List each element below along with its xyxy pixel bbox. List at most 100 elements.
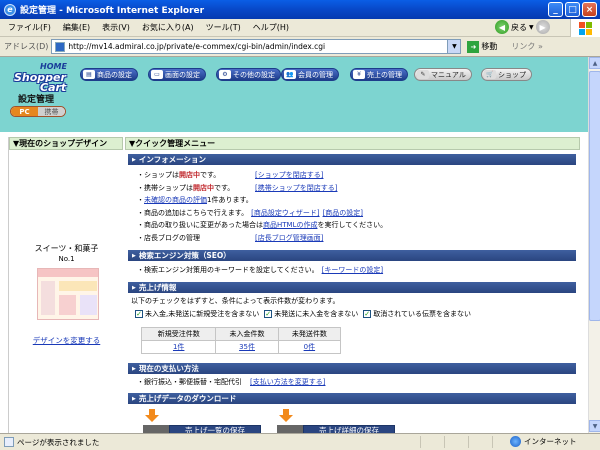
header-new-orders: 新規受注件数 [140,327,217,341]
text: ・店長ブログの管理 [137,234,200,242]
logo-home-text: HOME [40,62,67,71]
address-input[interactable]: http://mv14.admiral.co.jp/private/e-comm… [51,39,462,54]
section-download: 売上げデータのダウンロード [128,393,576,404]
text: 1件あります。 [207,196,253,204]
back-label: 戻る [511,22,527,32]
maximize-button[interactable]: □ [565,2,580,17]
status-bar: ページが表示されました インターネット [0,433,600,450]
unshipped-count-link[interactable]: 0件 [277,340,342,354]
quick-menu-title: クイック管理メニュー [135,139,216,148]
table-header-row: 新規受注件数 未入金件数 未発送件数 [140,327,342,341]
go-label: 移動 [481,42,498,51]
links-label: リンク [511,42,536,51]
back-button[interactable]: ◀ 戻る ▼ ▶ [495,20,550,34]
vertical-scrollbar[interactable]: ▲ ▼ [588,57,600,433]
download-arrow-icon [279,409,293,422]
checkbox-label: 未発送に未入金を含まない [274,310,359,318]
menu-file[interactable]: ファイル(F) [8,22,51,33]
create-product-html-link[interactable]: 商品HTMLの作成 [263,220,317,230]
forward-arrow-icon[interactable]: ▶ [535,20,550,34]
nav-product-settings[interactable]: ▤ 商品の設定 [80,68,138,81]
text: ・商品の追加はこちらで行えます。 [137,209,249,217]
text: ・ショップは [137,171,179,179]
new-orders-count-link[interactable]: 1件 [140,340,217,354]
section-seo: 検索エンジン対策（SEO） [128,250,576,261]
nav-member-management[interactable]: 👥 会員の管理 [281,68,339,81]
header-unpaid: 未入金件数 [215,327,279,341]
save-sales-list-button[interactable]: 売上げ一覧の保存 [169,425,261,433]
quick-menu-header: ▼ クイック管理メニュー [125,137,580,150]
change-payment-link[interactable]: [支払い方法を変更する] [250,377,325,387]
nav-other-settings[interactable]: ⚙ その他の設定 [216,68,281,81]
keyword-settings-link[interactable]: [キーワードの設定] [322,265,383,275]
close-button[interactable]: × [582,2,597,17]
current-design-title: 現在のショップデザイン [19,139,108,148]
mobile-status-value: 開店中 [193,184,214,192]
logo-subtitle: 設定管理 [18,95,55,105]
internet-globe-icon [510,436,521,447]
nav-screen-settings[interactable]: ▭ 画面の設定 [148,68,206,81]
window-title: 設定管理 - Microsoft Internet Explorer [20,6,205,16]
back-arrow-icon: ◀ [495,20,509,34]
nav-manual[interactable]: ✎ マニュアル [414,68,472,81]
back-dropdown-icon[interactable]: ▼ [529,24,534,31]
checkmark-icon: ✓ [135,310,143,318]
mode-mobile-tab[interactable]: 携帯 [38,107,65,116]
section-seo-title: 検索エンジン対策（SEO） [138,251,231,260]
current-design-panel: ▼ 現在のショップデザイン スイーツ・和菓子 No.1 デザインを変更する [8,137,123,433]
address-bar: アドレス(D) http://mv14.admiral.co.jp/privat… [0,37,600,57]
blog-line: ・店長ブログの管理 [店長ブログ管理画面] [137,233,323,243]
menu-favorites[interactable]: お気に入り(A) [142,22,194,33]
product-html-line: ・商品の取り扱いに変更があった場合は 商品HTMLの作成 を実行してください。 [137,220,387,230]
mode-pc-tab[interactable]: PC [11,107,38,116]
download-button-shadow [277,425,303,433]
windows-logo-icon [570,19,600,37]
design-thumbnail[interactable] [37,268,99,320]
scroll-down-icon[interactable]: ▼ [589,420,600,432]
product-wizard-link[interactable]: [商品設定ウィザード] [251,208,319,218]
change-design-link[interactable]: デザインを変更する [9,335,124,346]
scroll-up-icon[interactable]: ▲ [589,57,600,69]
menu-tools[interactable]: ツール(T) [206,22,241,33]
blog-admin-link[interactable]: [店長ブログ管理画面] [255,233,323,243]
scroll-thumb[interactable] [589,71,600,321]
exclude-cancelled-checkbox[interactable]: ✓ 取消されている伝票を含まない [363,309,471,319]
zone-label: インターネット [524,437,577,446]
status-divider [444,436,445,448]
unreviewed-ratings-link[interactable]: 未確認の商品の評価 [144,195,207,205]
shop-status-line: ・ショップは 開店中 です。 [ショップを閉店する] [137,170,323,180]
menu-help[interactable]: ヘルプ(H) [253,22,289,33]
address-dropdown-icon[interactable]: ▼ [447,40,461,53]
close-shop-link[interactable]: [ショップを閉店する] [255,170,323,180]
save-sales-details-button[interactable]: 売上げ詳細の保存 [303,425,395,433]
members-icon: 👥 [284,70,296,79]
page-done-icon [4,437,14,447]
menu-edit[interactable]: 編集(E) [63,22,90,33]
minimize-button[interactable]: _ [548,2,563,17]
close-mobile-shop-link[interactable]: [携帯ショップを閉店する] [255,183,337,193]
section-payment-title: 現在の支払い方法 [138,364,199,373]
nav-sales-management[interactable]: ¥ 売上の管理 [350,68,408,81]
checkmark-icon: ✓ [264,310,273,318]
product-settings-link[interactable]: [商品の設定] [323,208,363,218]
address-label: アドレス(D) [4,42,49,51]
security-zone: インターネット [510,436,577,447]
screen-icon: ▭ [151,70,163,79]
status-text: ページが表示されました [17,437,100,447]
review-line: ・未確認の商品の評価 1件あります。 [137,195,253,205]
nav-label: 画面の設定 [165,70,200,79]
sales-filter-description: 以下のチェックをはずすと、条件によって表示件数が変わります。 [131,297,340,305]
checkmark-icon: ✓ [363,310,372,318]
nav-shop[interactable]: 🛒 ショップ [481,68,532,81]
window-titlebar[interactable]: e 設定管理 - Microsoft Internet Explorer _ □… [0,0,600,19]
download-button-shadow [143,425,169,433]
unpaid-count-link[interactable]: 35件 [215,340,279,354]
menu-view[interactable]: 表示(V) [102,22,130,33]
exclude-new-orders-checkbox[interactable]: ✓ 未入金,未発送に新規受注を含まない [135,309,259,319]
section-sales-title: 売上げ情報 [138,283,177,292]
links-button[interactable]: リンク » [511,41,542,52]
section-payment: 現在の支払い方法 [128,363,576,374]
exclude-unpaid-checkbox[interactable]: ✓ 未発送に未入金を含まない [264,309,358,319]
text: ・商品の取り扱いに変更があった場合は [137,221,263,229]
go-button[interactable]: ➜ 移動 [467,40,498,53]
